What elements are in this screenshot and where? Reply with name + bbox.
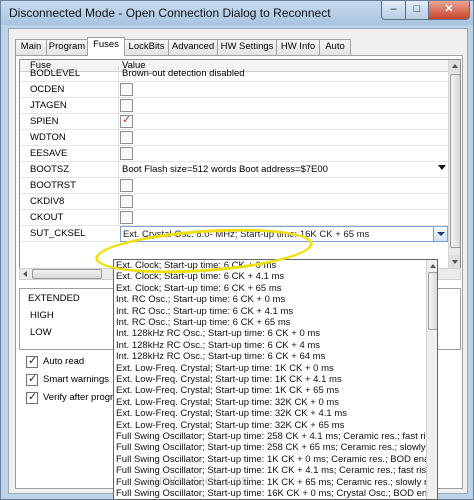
scroll-up-icon[interactable] [427, 260, 437, 272]
scroll-thumb[interactable] [450, 74, 460, 248]
dropdown-option[interactable]: Ext. Low-Freq. Crystal; Start-up time: 3… [114, 397, 426, 408]
option-label: Smart warnings [43, 374, 109, 385]
dropdown-option[interactable]: Int. RC Osc.; Start-up time: 6 CK + 0 ms [114, 294, 426, 305]
auto-read-checkbox[interactable] [26, 354, 38, 368]
dropdown-option[interactable]: Full Swing Oscillator; Start-up time: 25… [114, 431, 426, 442]
scroll-up-icon[interactable] [449, 60, 460, 73]
minimize-button[interactable]: – [381, 1, 406, 20]
register-label-high: HIGH [30, 310, 54, 321]
fuse-checkbox[interactable] [120, 99, 133, 112]
dropdown-option[interactable]: Ext. Clock; Start-up time: 6 CK + 65 ms [114, 283, 426, 294]
fuse-name: JTAGEN [30, 100, 67, 111]
fuse-checkbox[interactable] [120, 83, 133, 96]
grid-vertical-scrollbar[interactable] [448, 60, 460, 268]
fuse-checkbox[interactable] [120, 147, 133, 160]
column-divider [118, 82, 119, 98]
fuse-name: SPIEN [30, 116, 59, 127]
fuse-name: BOOTRST [30, 180, 76, 191]
tab-lockbits[interactable]: LockBits [124, 39, 169, 55]
fuse-name: EESAVE [30, 148, 68, 159]
column-divider [118, 130, 119, 146]
column-divider [118, 114, 119, 130]
tab-fuses[interactable]: Fuses [87, 37, 125, 56]
dropdown-option[interactable]: Int. 128kHz RC Osc.; Start-up time: 6 CK… [114, 340, 426, 351]
window-title: Disconnected Mode - Open Connection Dial… [9, 6, 331, 20]
scroll-thumb[interactable] [32, 269, 102, 279]
fuse-row-spien: SPIEN [20, 113, 448, 130]
option-label: Auto read [43, 356, 85, 367]
fuse-value[interactable]: Brown-out detection disabled [122, 68, 245, 80]
fuse-row-ocden: OCDEN [20, 82, 448, 98]
fuse-checkbox[interactable] [120, 195, 133, 208]
close-button[interactable]: ✕ [428, 1, 470, 20]
fuse-row-ckdiv8: CKDIV8 [20, 194, 448, 210]
dropdown-option[interactable]: Ext. Clock; Start-up time: 6 CK + 0 ms [114, 260, 426, 271]
register-label-low: LOW [30, 327, 52, 338]
column-divider [118, 162, 119, 178]
column-divider [118, 178, 119, 194]
dropdown-option[interactable]: Ext. Low-Freq. Crystal; Start-up time: 3… [114, 420, 426, 431]
scroll-thumb[interactable] [428, 272, 437, 330]
fuse-row-eesave: EESAVE [20, 146, 448, 162]
tab-hw-settings[interactable]: HW Settings [217, 39, 277, 55]
combobox-value: Ext. Crystal Osc. 8.0- MHz; Start-up tim… [123, 229, 370, 240]
fuse-name: CKOUT [30, 212, 64, 223]
column-divider [118, 146, 119, 162]
sut-cksel-combobox[interactable]: Ext. Crystal Osc. 8.0- MHz; Start-up tim… [120, 226, 448, 242]
fuse-checkbox-checked[interactable] [120, 113, 133, 128]
dropdown-option[interactable]: Full Swing Oscillator; Start-up time: 1K… [114, 465, 426, 476]
tab-main[interactable]: Main [15, 39, 47, 55]
column-divider [118, 210, 119, 226]
chevron-down-icon[interactable] [433, 227, 447, 241]
tab-auto[interactable]: Auto [319, 39, 351, 55]
dropdown-arrow-icon[interactable] [438, 165, 446, 170]
scroll-left-icon[interactable] [20, 269, 32, 279]
fuse-row-ckout: CKOUT [20, 210, 448, 226]
sut-cksel-dropdown-list[interactable]: Ext. Clock; Start-up time: 6 CK + 0 ms E… [113, 259, 438, 500]
smart-warnings-checkbox[interactable] [26, 372, 38, 386]
fuse-row-wdton: WDTON [20, 130, 448, 146]
scroll-down-icon[interactable] [449, 255, 460, 268]
dropdown-option[interactable]: Full Swing Oscillator; Start-up time: 1K… [114, 454, 426, 465]
dropdown-option[interactable]: Int. RC Osc.; Start-up time: 6 CK + 65 m… [114, 317, 426, 328]
fuse-row-bootrst: BOOTRST [20, 178, 448, 194]
fuse-value[interactable]: Boot Flash size=512 words Boot address=$… [122, 164, 328, 176]
dropdown-option[interactable]: Ext. Low-Freq. Crystal; Start-up time: 1… [114, 385, 426, 396]
fuse-name: BODLEVEL [30, 68, 81, 79]
fuse-name: WDTON [30, 132, 66, 143]
fuse-row-sut-cksel: SUT_CKSEL Ext. Crystal Osc. 8.0- MHz; St… [20, 226, 448, 242]
dropdown-option[interactable]: Int. RC Osc.; Start-up time: 6 CK + 4.1 … [114, 306, 426, 317]
dropdown-option[interactable]: Int. 128kHz RC Osc.; Start-up time: 6 CK… [114, 351, 426, 362]
tab-program[interactable]: Program [46, 39, 88, 55]
dropdown-option[interactable]: Full Swing Oscillator; Start-up time: 1K… [114, 477, 426, 488]
column-divider [118, 98, 119, 114]
fuse-row-bodlevel: BODLEVEL Brown-out detection disabled [20, 66, 448, 82]
fuse-checkbox[interactable] [120, 211, 133, 224]
register-label-extended: EXTENDED [28, 293, 80, 304]
title-bar[interactable]: Disconnected Mode - Open Connection Dial… [1, 1, 473, 25]
fuse-name: BOOTSZ [30, 164, 70, 175]
fuse-name: SUT_CKSEL [30, 228, 86, 239]
dropdown-option[interactable]: Full Swing Oscillator; Start-up time: 16… [114, 488, 426, 499]
dropdown-option[interactable]: Ext. Low-Freq. Crystal; Start-up time: 1… [114, 363, 426, 374]
fuse-checkbox[interactable] [120, 179, 133, 192]
dropdown-option[interactable]: Int. 128kHz RC Osc.; Start-up time: 6 CK… [114, 328, 426, 339]
fuse-checkbox[interactable] [120, 131, 133, 144]
maximize-button[interactable]: □ [405, 1, 429, 20]
fuse-name: CKDIV8 [30, 196, 65, 207]
tab-hw-info[interactable]: HW Info [276, 39, 320, 55]
tab-advanced[interactable]: Advanced [168, 39, 218, 55]
column-divider [118, 66, 119, 82]
fuse-row-bootsz: BOOTSZ Boot Flash size=512 words Boot ad… [20, 162, 448, 178]
fuse-grid: Fuse Value BODLEVEL Brown-out detection … [19, 59, 461, 269]
dropdown-option[interactable]: Ext. Low-Freq. Crystal; Start-up time: 3… [114, 408, 426, 419]
fuse-name: OCDEN [30, 84, 65, 95]
dropdown-option[interactable]: Ext. Low-Freq. Crystal; Start-up time: 1… [114, 374, 426, 385]
dropdown-option[interactable]: Ext. Clock; Start-up time: 6 CK + 4.1 ms [114, 271, 426, 282]
dropdown-scrollbar[interactable] [426, 260, 437, 499]
fuse-row-jtagen: JTAGEN [20, 98, 448, 114]
dropdown-option[interactable]: Full Swing Oscillator; Start-up time: 25… [114, 442, 426, 453]
verify-checkbox[interactable] [26, 390, 38, 404]
column-divider [118, 194, 119, 210]
